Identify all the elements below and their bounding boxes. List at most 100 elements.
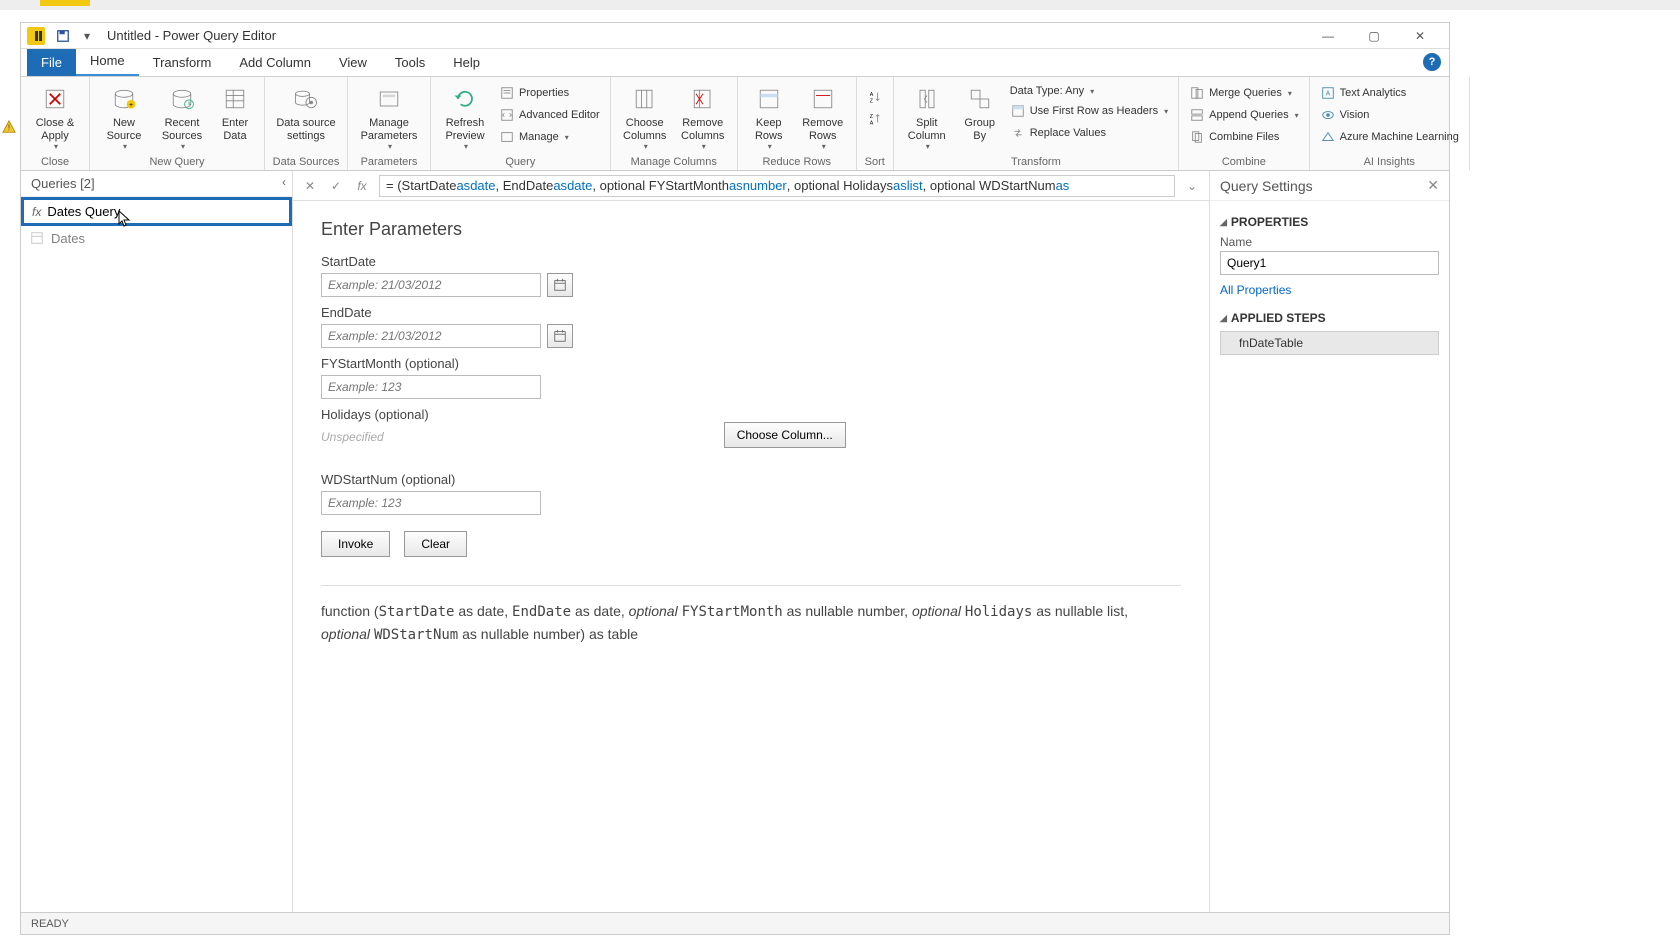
manage-icon (499, 129, 515, 145)
replace-values-button[interactable]: Replace Values (1006, 123, 1172, 143)
vision-button[interactable]: Vision (1316, 105, 1463, 125)
settings-title: Query Settings (1220, 178, 1313, 194)
queries-pane: Queries [2] ‹ fx Dates (21, 171, 293, 912)
wdstart-input[interactable] (321, 491, 541, 515)
parameters-icon (373, 83, 405, 115)
text-analytics-icon: A (1320, 85, 1336, 101)
tab-view[interactable]: View (325, 49, 381, 76)
advanced-editor-button[interactable]: Advanced Editor (495, 105, 604, 125)
holidays-label: Holidays (optional) (321, 407, 1181, 422)
name-label: Name (1220, 235, 1439, 249)
text-analytics-button[interactable]: AText Analytics (1316, 83, 1463, 103)
query-rename-input[interactable] (47, 204, 187, 219)
group-parameters-label: Parameters (354, 154, 424, 170)
tab-tools[interactable]: Tools (381, 49, 439, 76)
advanced-editor-icon (499, 107, 515, 123)
properties-section-header[interactable]: PROPERTIES (1220, 215, 1439, 229)
svg-text:A: A (869, 92, 873, 98)
sort-asc-icon: AZ (867, 89, 883, 105)
azure-ml-button[interactable]: Azure Machine Learning (1316, 127, 1463, 147)
function-icon: fx (32, 205, 41, 219)
expand-formula-button[interactable]: ⌄ (1183, 177, 1201, 195)
enter-data-button[interactable]: Enter Data (212, 79, 258, 142)
combine-files-button[interactable]: Combine Files (1185, 127, 1303, 147)
minimize-button[interactable]: — (1305, 23, 1351, 49)
merge-icon (1189, 85, 1205, 101)
maximize-button[interactable]: ▢ (1351, 23, 1397, 49)
keep-rows-button[interactable]: Keep Rows▾ (744, 79, 794, 151)
formula-bar: ✕ ✓ fx = (StartDate as date, EndDate as … (293, 171, 1209, 201)
holidays-unspecified: Unspecified (321, 430, 384, 444)
choose-columns-button[interactable]: Choose Columns▾ (617, 79, 673, 151)
tab-help[interactable]: Help (439, 49, 494, 76)
fystart-label: FYStartMonth (optional) (321, 356, 1181, 371)
group-transform-label: Transform (900, 154, 1172, 170)
new-source-button[interactable]: + New Source▾ (96, 79, 152, 151)
svg-text:!: ! (8, 124, 10, 133)
fystart-input[interactable] (321, 375, 541, 399)
qat-dropdown[interactable]: ▾ (76, 25, 98, 47)
split-column-icon (911, 83, 943, 115)
azure-ml-icon (1320, 129, 1336, 145)
applied-steps-header[interactable]: APPLIED STEPS (1220, 311, 1439, 325)
sort-desc-button[interactable]: ZA (863, 109, 887, 129)
query-item[interactable]: Dates (21, 226, 292, 250)
startdate-label: StartDate (321, 254, 1181, 269)
data-type-button[interactable]: Data Type: Any▾ (1006, 83, 1172, 99)
close-settings-button[interactable]: ✕ (1427, 177, 1439, 194)
startdate-picker-button[interactable] (547, 273, 573, 297)
manage-button[interactable]: Manage▾ (495, 127, 604, 147)
sort-asc-button[interactable]: AZ (863, 87, 887, 107)
applied-step[interactable]: fnDateTable (1220, 331, 1439, 355)
query-item-selected[interactable]: fx (21, 197, 292, 226)
close-apply-button[interactable]: Close & Apply ▾ (27, 79, 83, 151)
parameters-panel: Enter Parameters StartDate EndDate FYSta… (293, 201, 1209, 912)
remove-columns-button[interactable]: Remove Columns▾ (675, 79, 731, 151)
svg-text:A: A (1325, 91, 1330, 98)
choose-column-button[interactable]: Choose Column... (724, 422, 846, 448)
query-settings-pane: Query Settings ✕ PROPERTIES Name All Pro… (1209, 171, 1449, 912)
qat-save-button[interactable] (52, 25, 74, 47)
status-bar: READY (21, 912, 1449, 934)
group-by-button[interactable]: Group By (956, 79, 1004, 142)
enddate-input[interactable] (321, 324, 541, 348)
formula-input[interactable]: = (StartDate as date, EndDate as date, o… (379, 175, 1175, 197)
properties-button[interactable]: Properties (495, 83, 604, 103)
group-by-icon (964, 83, 996, 115)
table-icon (29, 230, 45, 246)
close-window-button[interactable]: ✕ (1397, 23, 1443, 49)
help-icon[interactable]: ? (1423, 53, 1441, 71)
svg-text:+: + (129, 102, 133, 109)
clear-button[interactable]: Clear (404, 531, 467, 557)
merge-queries-button[interactable]: Merge Queries▾ (1185, 83, 1303, 103)
remove-rows-button[interactable]: Remove Rows▾ (796, 79, 850, 151)
cancel-formula-button[interactable]: ✕ (301, 177, 319, 195)
startdate-input[interactable] (321, 273, 541, 297)
enddate-label: EndDate (321, 305, 1181, 320)
recent-sources-button[interactable]: Recent Sources▾ (154, 79, 210, 151)
all-properties-link[interactable]: All Properties (1220, 283, 1439, 297)
append-queries-button[interactable]: Append Queries▾ (1185, 105, 1303, 125)
refresh-preview-button[interactable]: Refresh Preview▾ (437, 79, 493, 151)
wdstart-label: WDStartNum (optional) (321, 472, 1181, 487)
svg-text:A: A (869, 120, 873, 126)
tab-file[interactable]: File (27, 49, 76, 76)
new-source-icon: + (108, 83, 140, 115)
invoke-button[interactable]: Invoke (321, 531, 390, 557)
enddate-picker-button[interactable] (547, 324, 573, 348)
collapse-queries-button[interactable]: ‹ (282, 175, 286, 189)
tab-home[interactable]: Home (76, 47, 139, 76)
data-source-settings-button[interactable]: Data source settings (271, 79, 341, 142)
group-new-query-label: New Query (96, 154, 258, 170)
queries-header: Queries [2] ‹ (21, 171, 292, 197)
tab-transform[interactable]: Transform (139, 49, 226, 76)
query-name-input[interactable] (1220, 251, 1439, 275)
manage-parameters-button[interactable]: Manage Parameters▾ (354, 79, 424, 151)
first-row-headers-button[interactable]: Use First Row as Headers▾ (1006, 101, 1172, 121)
fx-button[interactable]: fx (353, 177, 371, 195)
split-column-button[interactable]: Split Column▾ (900, 79, 954, 151)
keep-rows-icon (753, 83, 785, 115)
remove-rows-icon (807, 83, 839, 115)
commit-formula-button[interactable]: ✓ (327, 177, 345, 195)
tab-add-column[interactable]: Add Column (225, 49, 325, 76)
